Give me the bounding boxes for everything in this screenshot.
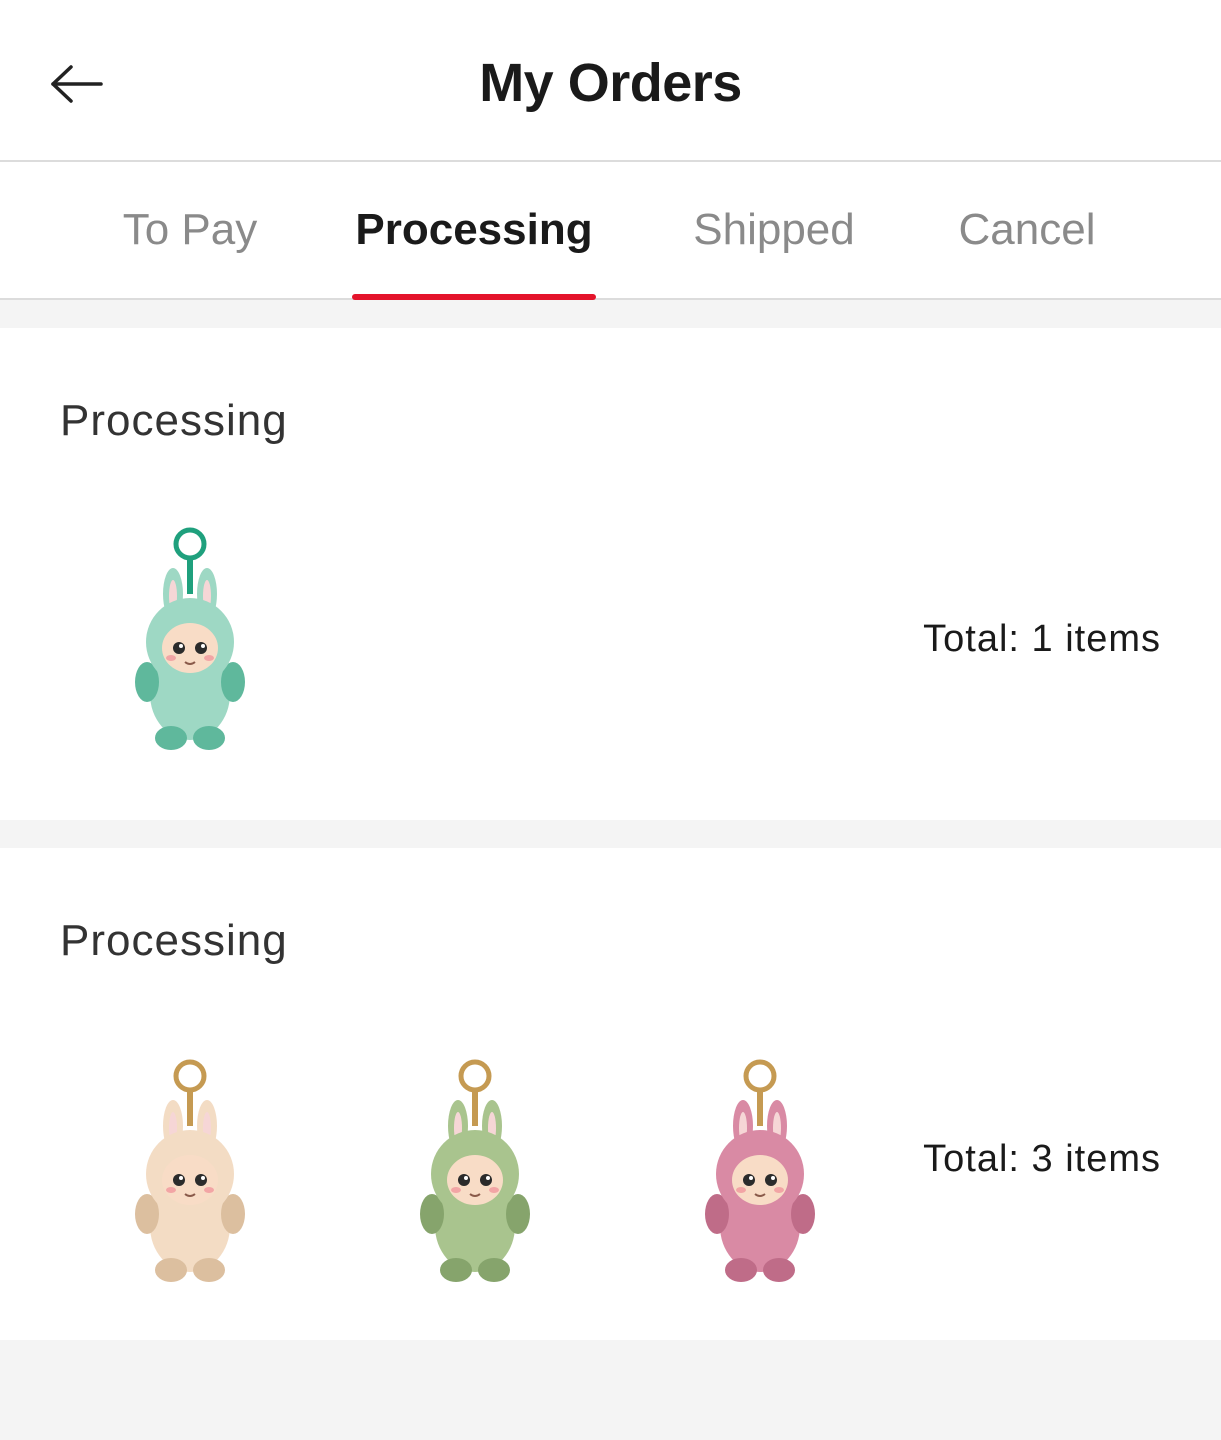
order-total: Total: 1 items [923, 618, 1161, 660]
tab-to-pay[interactable]: To Pay [100, 162, 280, 298]
tab-label: To Pay [122, 205, 258, 254]
order-item-thumbnail [115, 526, 265, 756]
page-title: My Orders [479, 53, 742, 113]
order-status-tabs: To Pay Processing Shipped Cancel [0, 162, 1221, 300]
tab-label: Cancel [958, 205, 1096, 254]
tab-label: Shipped [693, 205, 855, 254]
order-card[interactable]: Processing Total: 3 items [0, 848, 1221, 1340]
green-plush-keychain-image [420, 1059, 530, 1282]
tab-processing[interactable]: Processing [352, 162, 596, 300]
order-item-thumbnail [685, 1058, 835, 1288]
green-plush-keychain-image [135, 527, 245, 750]
order-item-thumbnail [400, 1058, 550, 1288]
order-status: Processing [60, 916, 288, 965]
cream-plush-keychain-image [135, 1059, 245, 1282]
order-card[interactable]: Processing Total: 1 items [0, 328, 1221, 820]
order-total: Total: 3 items [923, 1138, 1161, 1180]
page-background [0, 1340, 1221, 1440]
tab-cancel[interactable]: Cancel [940, 162, 1114, 298]
top-app-bar: My Orders [0, 0, 1221, 162]
tab-label: Processing [355, 205, 593, 254]
active-tab-indicator [352, 294, 596, 300]
order-status: Processing [60, 396, 288, 445]
order-item-thumbnail [115, 1058, 265, 1288]
tab-shipped[interactable]: Shipped [672, 162, 876, 298]
pink-plush-keychain-image [705, 1059, 815, 1282]
